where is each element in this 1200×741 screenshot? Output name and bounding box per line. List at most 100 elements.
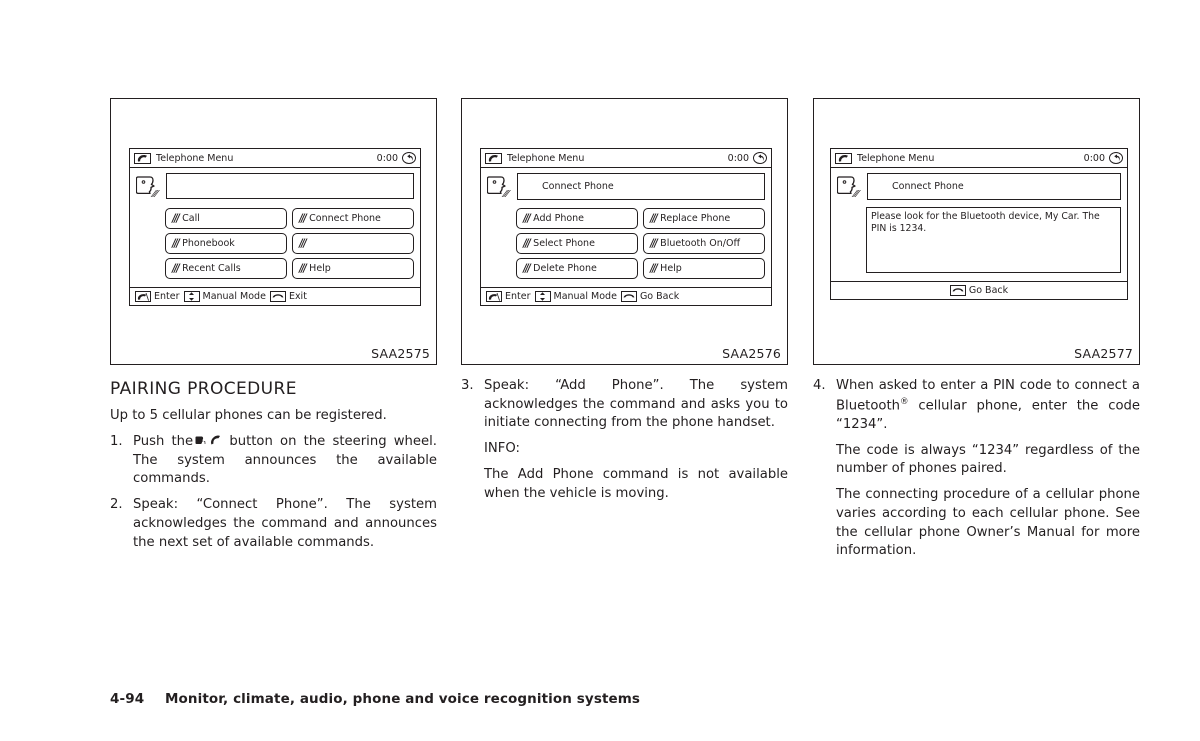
footer-item-enter[interactable]: Enter	[486, 291, 531, 302]
footer-item-go-back[interactable]: Go Back	[620, 291, 680, 302]
steering-voice-button-icon	[194, 434, 207, 446]
command-button-recent-calls[interactable]: ///Recent Calls	[165, 258, 287, 279]
footer-label: Exit	[288, 291, 307, 302]
phone-handset-icon	[134, 152, 151, 164]
command-button-label: Connect Phone	[309, 213, 381, 224]
command-button-label: Call	[182, 213, 200, 224]
footer-label: Manual Mode	[202, 291, 266, 302]
screen-footer: Enter Manual Mode Go Back	[481, 287, 771, 305]
command-button-grid: ///Call ///Connect Phone ///Phonebook //…	[165, 208, 414, 279]
column-1-text: PAIRING PROCEDURE Up to 5 cellular phone…	[110, 377, 437, 552]
registered-trademark-mark: ®	[900, 396, 909, 407]
voice-wave-icon: ///	[299, 262, 307, 275]
head-unit-screen: Telephone Menu 0:00	[480, 148, 772, 306]
svg-text:⁄⁄⁄: ⁄⁄⁄	[501, 190, 511, 200]
page-number: 4-94	[110, 691, 145, 707]
voice-prompt-box: Connect Phone	[517, 173, 765, 200]
step-number: 4.	[813, 378, 826, 393]
footer-item-manual-mode[interactable]: Manual Mode	[534, 291, 617, 302]
speaking-head-icon: ⁄⁄⁄	[487, 173, 513, 203]
step-text: When asked to enter a PIN code to connec…	[836, 377, 1140, 435]
system-message-box: Please look for the Bluetooth device, My…	[866, 207, 1121, 273]
prompt-row: ⁄⁄⁄	[136, 173, 414, 203]
step-text-part-a: Push the	[133, 433, 194, 449]
figure-telephone-menu: Telephone Menu 0:00 ⁄⁄⁄ /// Call /// Con…	[110, 98, 437, 365]
command-button-grid: ///Add Phone ///Replace Phone ///Select …	[516, 208, 765, 279]
command-button-call[interactable]: ///Call	[165, 208, 287, 229]
command-button-bluetooth-on-off[interactable]: ///Bluetooth On/Off	[643, 233, 765, 254]
command-button-add-phone[interactable]: ///Add Phone	[516, 208, 638, 229]
screen-header: Telephone Menu 0:00	[481, 149, 771, 168]
svg-text:⁄⁄⁄: ⁄⁄⁄	[851, 190, 861, 200]
pin-note-paragraph: The code is always “1234” regardless of …	[836, 442, 1140, 477]
screen-title: Telephone Menu	[156, 152, 234, 164]
figure-caption: SAA2575	[371, 346, 430, 361]
footer-label: Enter	[505, 291, 531, 302]
footer-item-exit[interactable]: Exit	[269, 291, 307, 302]
command-button-label: Replace Phone	[660, 213, 731, 224]
command-button-replace-phone[interactable]: ///Replace Phone	[643, 208, 765, 229]
command-button-connect-phone[interactable]: ///Connect Phone	[292, 208, 414, 229]
phone-handset-icon	[485, 152, 502, 164]
voice-wave-icon: ///	[172, 262, 180, 275]
back-arrow-icon[interactable]	[1109, 152, 1123, 164]
manual-page: Telephone Menu 0:00 ⁄⁄⁄ /// Call /// Con…	[0, 0, 1200, 741]
footer-item-go-back[interactable]: Go Back	[949, 285, 1008, 296]
command-button-label: Help	[309, 263, 331, 274]
info-text: The Add Phone command is not available w…	[484, 466, 788, 501]
column-3-text: 4. When asked to enter a PIN code to con…	[813, 377, 1140, 561]
chapter-title: Monitor, climate, audio, phone and voice…	[165, 691, 641, 707]
command-button-help[interactable]: ///Help	[643, 258, 765, 279]
command-button-delete-phone[interactable]: ///Delete Phone	[516, 258, 638, 279]
footer-item-enter[interactable]: Enter	[135, 291, 180, 302]
step-number: 2.	[110, 497, 123, 513]
screen-header: Telephone Menu 0:00	[130, 149, 420, 168]
column-2-text: 3. Speak: “Add Phone”. The system acknow…	[461, 377, 788, 503]
hangup-call-icon	[269, 291, 286, 302]
step-text: Push the button on the steering wheel. T…	[133, 433, 437, 489]
step-3: 3. Speak: “Add Phone”. The system acknow…	[461, 377, 788, 433]
command-button-label: Help	[660, 263, 682, 274]
command-button-phonebook[interactable]: ///Phonebook	[165, 233, 287, 254]
voice-wave-icon: ///	[650, 212, 658, 225]
screen-footer: Enter Manual Mode Exit	[130, 287, 420, 305]
figure-caption: SAA2576	[722, 346, 781, 361]
up-down-arrows-icon	[534, 291, 551, 302]
step-number: 1.	[110, 433, 123, 449]
figure-caption: SAA2577	[1074, 346, 1133, 361]
command-button-label: Add Phone	[533, 213, 585, 224]
step-number: 3.	[461, 378, 474, 393]
voice-wave-icon: ///	[299, 237, 307, 250]
step-text: Speak: “Connect Phone”. The system ackno…	[133, 497, 437, 550]
prompt-row: ⁄⁄⁄ Connect Phone	[487, 173, 765, 203]
command-button-label: Bluetooth On/Off	[660, 238, 741, 249]
voice-prompt-box: Connect Phone	[867, 173, 1121, 200]
back-arrow-icon[interactable]	[402, 152, 416, 164]
command-button-help[interactable]: ///Help	[292, 258, 414, 279]
prompt-row: ⁄⁄⁄ Connect Phone	[837, 173, 1121, 203]
lead-paragraph: Up to 5 cellular phones can be registere…	[110, 408, 387, 424]
screen-clock: 0:00	[1083, 152, 1105, 164]
voice-wave-icon: ///	[523, 212, 531, 225]
step-2: 2. Speak: “Connect Phone”. The system ac…	[110, 496, 437, 552]
voice-wave-icon: ///	[650, 237, 658, 250]
up-down-arrows-icon	[183, 291, 200, 302]
speaking-head-icon: ⁄⁄⁄	[136, 173, 162, 203]
screen-footer: Go Back	[831, 281, 1127, 299]
footer-item-manual-mode[interactable]: Manual Mode	[183, 291, 266, 302]
screen-title: Telephone Menu	[507, 152, 585, 164]
hangup-call-icon	[620, 291, 637, 302]
command-button-empty[interactable]: ///	[292, 233, 414, 254]
page-footer: 4-94 Monitor, climate, audio, phone and …	[110, 691, 640, 707]
command-button-label: Select Phone	[533, 238, 595, 249]
footer-label: Go Back	[639, 291, 680, 302]
screen-body: ⁄⁄⁄ Connect Phone ///Add Phone ///Replac…	[481, 168, 771, 283]
page-title: PAIRING PROCEDURE	[110, 379, 297, 399]
back-arrow-icon[interactable]	[753, 152, 767, 164]
svg-text:⁄⁄⁄: ⁄⁄⁄	[150, 190, 160, 200]
pickup-call-icon	[135, 291, 151, 302]
figure-connect-phone-menu: Telephone Menu 0:00 ⁄⁄⁄ Connect Phone //…	[461, 98, 788, 365]
voice-prompt-box	[166, 173, 414, 199]
voice-wave-icon: ///	[299, 212, 307, 225]
command-button-select-phone[interactable]: ///Select Phone	[516, 233, 638, 254]
